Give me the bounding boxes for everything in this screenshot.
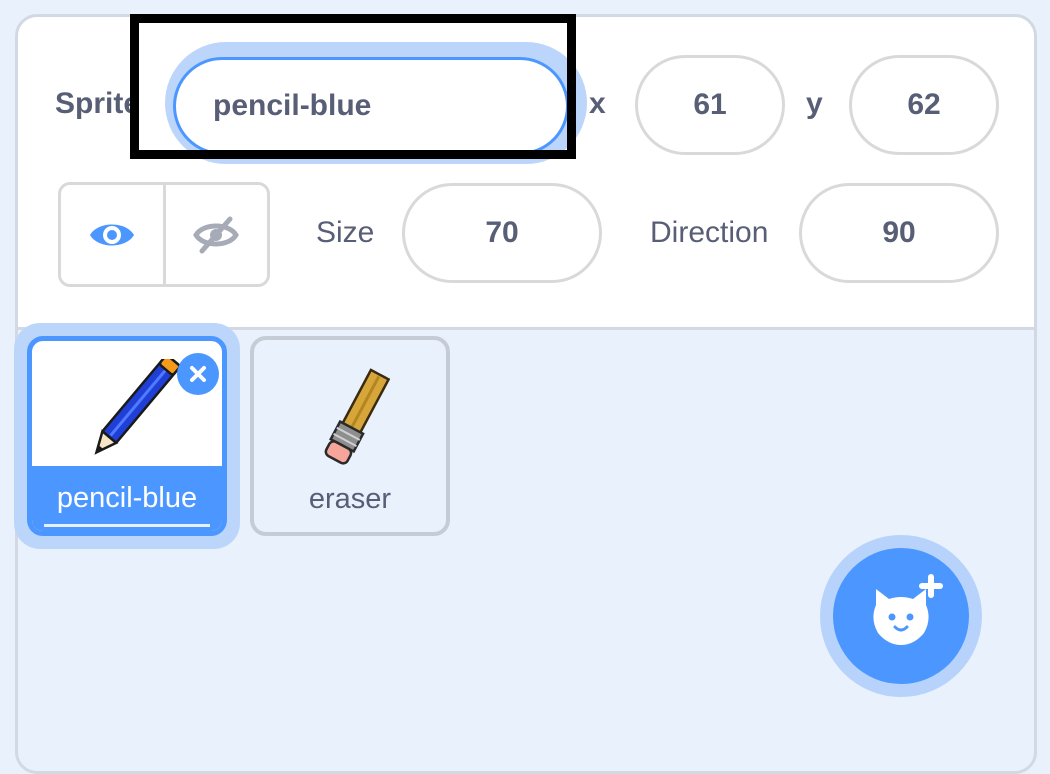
size-label: Size: [316, 216, 375, 249]
y-label: y: [806, 87, 823, 120]
eraser-thumbnail: [324, 368, 391, 465]
size-input[interactable]: 70: [402, 183, 602, 283]
direction-input[interactable]: 90: [799, 183, 999, 283]
close-icon: [190, 366, 206, 382]
x-label: x: [589, 87, 606, 120]
sprite-name-input[interactable]: pencil-blue: [173, 57, 569, 155]
eye-icon: [89, 224, 134, 245]
delete-sprite-button[interactable]: [177, 353, 219, 395]
direction-label: Direction: [650, 216, 769, 249]
sprite-tile-eraser[interactable]: eraser: [250, 336, 450, 536]
sprite-tile-pencil-blue[interactable]: pencil-blue: [27, 336, 227, 536]
add-sprite-button[interactable]: [833, 548, 969, 684]
show-sprite-button[interactable]: [61, 185, 166, 284]
blue-pencil-thumbnail: [94, 359, 180, 455]
y-input[interactable]: 62: [849, 55, 999, 155]
eye-slash-icon: [193, 216, 240, 253]
sprite-tile-underline: [44, 524, 210, 527]
x-input[interactable]: 61: [635, 55, 785, 155]
sprite-tile-label: eraser: [308, 483, 392, 515]
sprite-tile-label: pencil-blue: [32, 466, 222, 531]
sprite-label: Sprite: [55, 87, 141, 120]
visibility-toggle: [58, 182, 270, 287]
sprite-info-panel: Sprite pencil-blue x 61 y 62 Size 70 Dir…: [18, 17, 1034, 330]
hide-sprite-button[interactable]: [166, 185, 268, 284]
cat-plus-icon: [873, 574, 943, 645]
